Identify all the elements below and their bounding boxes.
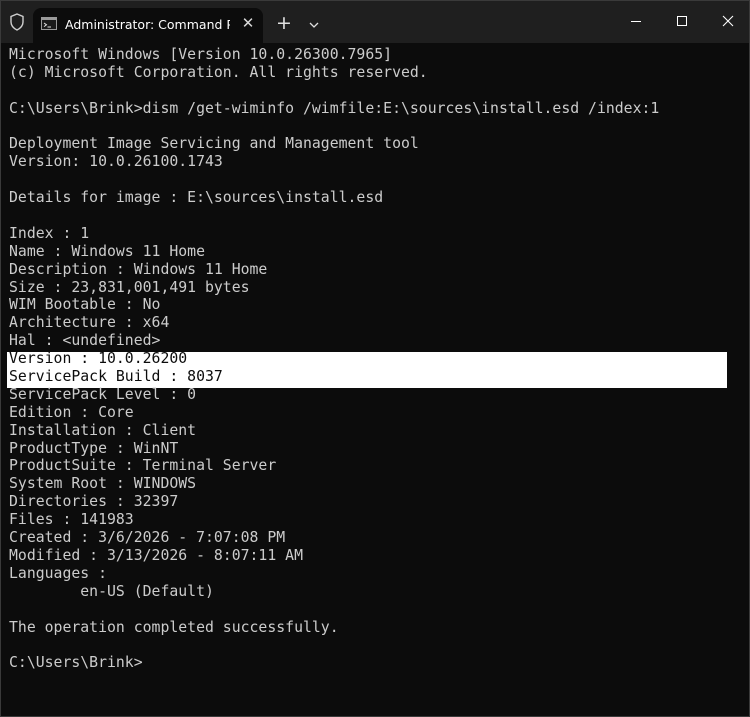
console-line: Description : Windows 11 Home — [9, 260, 268, 278]
console-line: ProductType : WinNT — [9, 439, 179, 457]
console-lines: Microsoft Windows [Version 10.0.26300.79… — [9, 46, 659, 672]
console-line: Architecture : x64 — [9, 314, 170, 332]
maximize-icon — [677, 16, 687, 26]
console-line: ServicePack Build : 8037 — [9, 368, 223, 386]
minimize-button[interactable] — [613, 1, 659, 41]
console-line: Installation : Client — [9, 421, 197, 439]
console-line: C:\Users\Brink> — [9, 654, 143, 672]
console-line: Edition : Core — [9, 403, 134, 421]
terminal-output[interactable]: Microsoft Windows [Version 10.0.26300.79… — [1, 43, 749, 716]
console-line: Microsoft Windows [Version 10.0.26300.79… — [9, 46, 393, 63]
console-line: Version: 10.0.26100.1743 — [9, 153, 223, 171]
minimize-icon — [631, 21, 641, 22]
console-line: Deployment Image Servicing and Managemen… — [9, 135, 419, 153]
console-line: Name : Windows 11 Home — [9, 242, 205, 260]
console-line: Files : 141983 — [9, 511, 134, 529]
console-line: System Root : WINDOWS — [9, 475, 197, 493]
console-line: Details for image : E:\sources\install.e… — [9, 189, 384, 207]
console-line: Languages : — [9, 564, 107, 582]
tab-command-prompt[interactable]: Administrator: Command Pro ✕ — [33, 8, 263, 43]
terminal-window: Administrator: Command Pro ✕ + Microsoft… — [0, 0, 750, 717]
console-line: Modified : 3/13/2026 - 8:07:11 AM — [9, 546, 303, 564]
console-line: (c) Microsoft Corporation. All rights re… — [9, 63, 428, 81]
chevron-down-icon[interactable] — [303, 15, 325, 35]
console-line: WIM Bootable : No — [9, 296, 161, 314]
console-line: ProductSuite : Terminal Server — [9, 457, 277, 475]
title-bar[interactable]: Administrator: Command Pro ✕ + — [1, 1, 749, 43]
console-line: The operation completed successfully. — [9, 618, 339, 636]
console-line: Directories : 32397 — [9, 493, 179, 511]
console-line: en-US (Default) — [9, 582, 214, 600]
console-line: ServicePack Level : 0 — [9, 385, 197, 403]
close-icon — [722, 15, 734, 27]
shield-icon — [7, 12, 27, 32]
console-line: Index : 1 — [9, 224, 90, 242]
maximize-button[interactable] — [659, 1, 705, 41]
terminal-icon — [41, 17, 57, 30]
tab-close-button[interactable]: ✕ — [241, 16, 255, 31]
console-line: Hal : <undefined> — [9, 332, 161, 350]
tab-title: Administrator: Command Pro — [65, 17, 230, 32]
console-line: C:\Users\Brink>dism /get-wiminfo /wimfil… — [9, 99, 660, 117]
close-button[interactable] — [705, 1, 749, 41]
console-line: Created : 3/6/2026 - 7:07:08 PM — [9, 529, 286, 547]
console-line: Version : 10.0.26200 — [9, 350, 188, 368]
console-line: Size : 23,831,001,491 bytes — [9, 278, 250, 296]
new-tab-button[interactable]: + — [273, 13, 295, 35]
